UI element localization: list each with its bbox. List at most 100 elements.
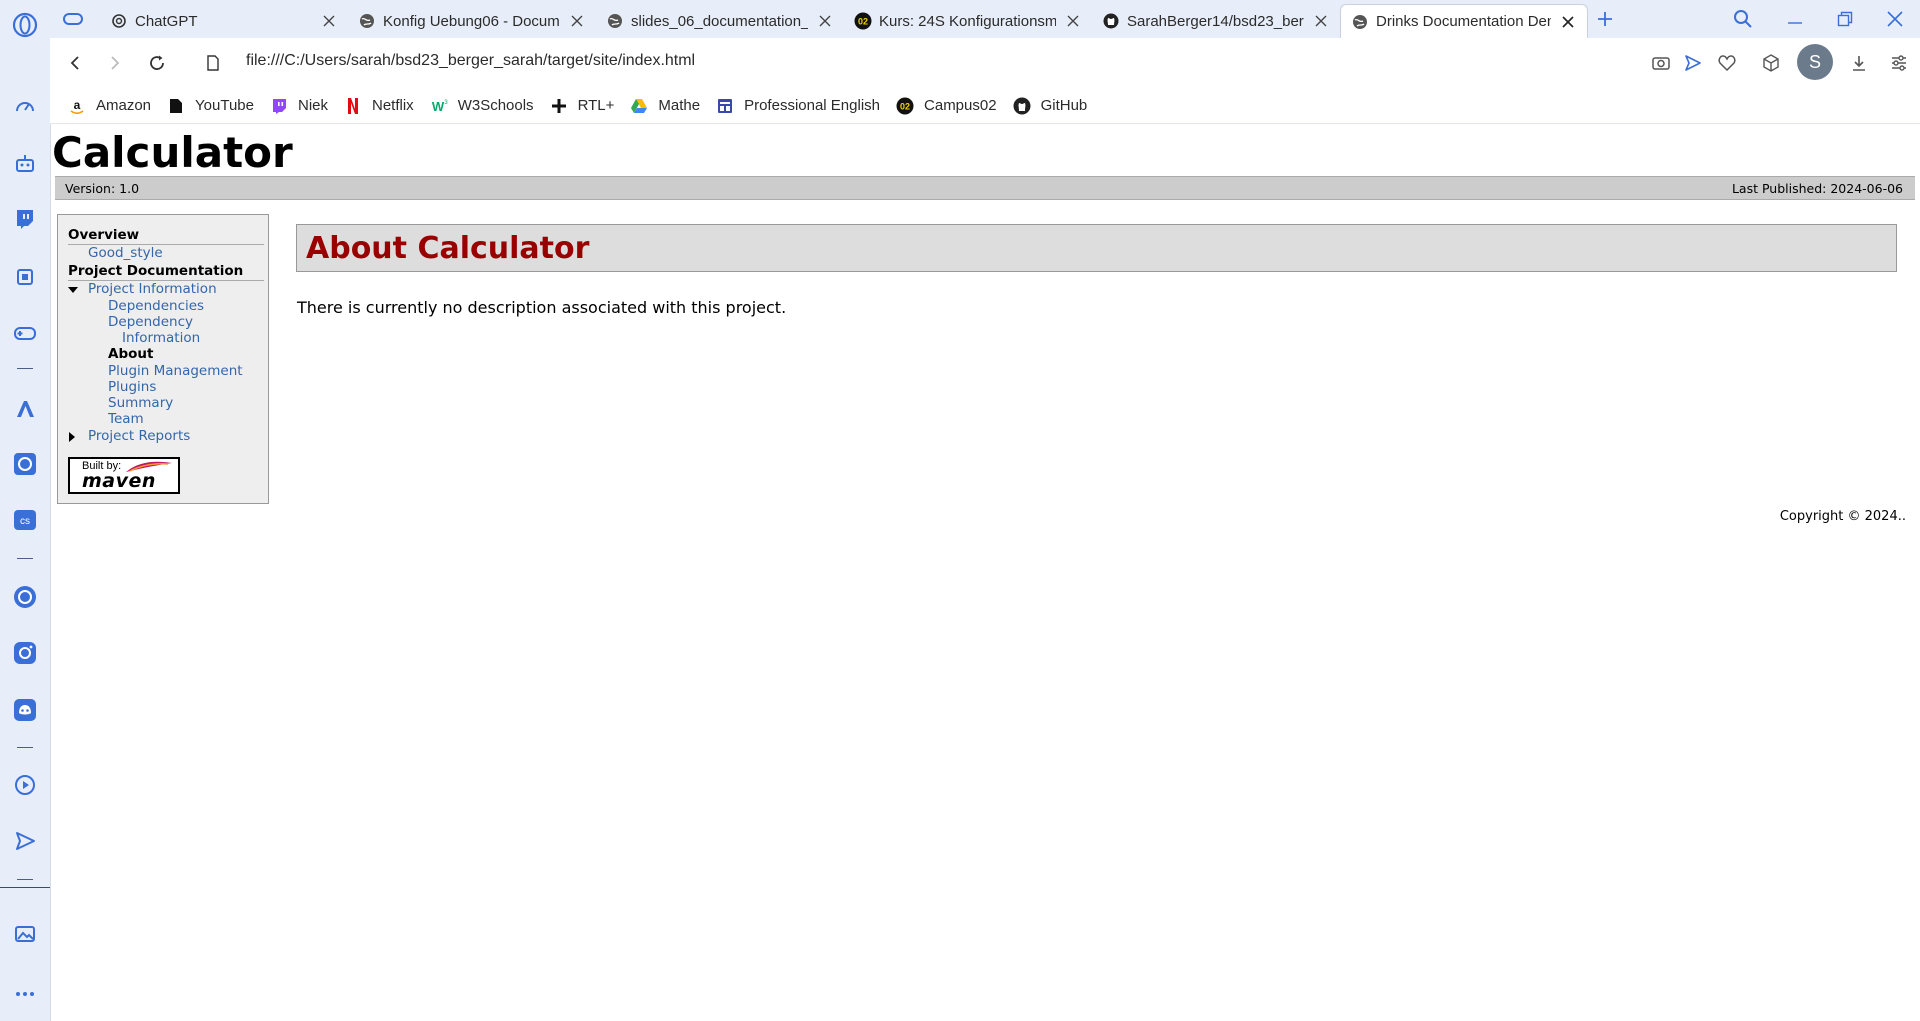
close-icon[interactable] bbox=[816, 12, 834, 30]
built-by-maven-badge[interactable]: Built by: maven bbox=[68, 457, 180, 494]
browser-sidebar: cs bbox=[0, 0, 51, 1021]
close-icon[interactable] bbox=[1064, 12, 1082, 30]
extensions-icon[interactable] bbox=[1758, 50, 1784, 76]
easy-setup-icon[interactable] bbox=[1886, 50, 1912, 76]
instagram-icon[interactable] bbox=[12, 640, 38, 666]
download-icon[interactable] bbox=[1846, 50, 1872, 76]
tab-title: Kurs: 24S Konfigurationsma bbox=[879, 12, 1056, 30]
menu-item-team[interactable]: Team bbox=[108, 411, 144, 427]
heart-icon[interactable] bbox=[1714, 50, 1740, 76]
bookmark-professional-english[interactable]: Professional English bbox=[716, 97, 880, 115]
amazon-icon: a bbox=[68, 97, 86, 115]
bookmark-niek[interactable]: Niek bbox=[270, 97, 328, 115]
bookmark-label: Niek bbox=[297, 97, 328, 114]
avatar[interactable]: S bbox=[1797, 44, 1833, 80]
project-description: There is currently no description associ… bbox=[297, 298, 787, 317]
close-icon[interactable] bbox=[1559, 13, 1577, 31]
speed-dial-icon[interactable] bbox=[12, 94, 38, 120]
snapshot-icon[interactable] bbox=[1648, 50, 1674, 76]
sidebar-divider bbox=[17, 558, 33, 559]
workspaces-icon[interactable] bbox=[60, 6, 86, 32]
send-page-icon[interactable] bbox=[1680, 50, 1706, 76]
site-banner[interactable]: Calculator bbox=[52, 128, 293, 177]
bookmark-label: Mathe bbox=[658, 97, 701, 114]
tab-title: ChatGPT bbox=[135, 12, 198, 30]
send-icon[interactable] bbox=[12, 828, 38, 854]
minimize-icon[interactable] bbox=[1782, 6, 1808, 32]
netflix-icon bbox=[344, 97, 362, 115]
bookmark-label: Netflix bbox=[372, 97, 414, 114]
close-icon[interactable] bbox=[568, 12, 586, 30]
bookmark-label: Amazon bbox=[96, 97, 152, 114]
close-icon[interactable] bbox=[320, 12, 338, 30]
bookmark-amazon[interactable]: a Amazon bbox=[68, 97, 151, 115]
player-icon[interactable] bbox=[12, 772, 38, 798]
w3schools-icon: W3 bbox=[430, 97, 448, 115]
chatgpt-sidebar-icon[interactable] bbox=[12, 451, 38, 477]
bookmark-label: Campus02 bbox=[924, 97, 997, 114]
gamepad-icon[interactable] bbox=[12, 320, 38, 346]
bookmark-label: YouTube bbox=[195, 97, 254, 114]
sidebar-divider bbox=[17, 747, 33, 748]
tab-konfig-uebung06[interactable]: Konfig Uebung06 - Docum bbox=[348, 4, 596, 38]
google-drive-icon bbox=[630, 97, 648, 115]
globe-icon bbox=[358, 12, 376, 30]
menu-item-project-reports[interactable]: Project Reports bbox=[88, 428, 190, 444]
menu-item-dependency-information[interactable]: Dependency bbox=[108, 314, 193, 330]
window-close-icon[interactable] bbox=[1882, 6, 1908, 32]
opera-logo-icon[interactable] bbox=[12, 12, 38, 38]
bookmark-youtube[interactable]: YouTube bbox=[167, 97, 254, 115]
section-title-box: About Calculator bbox=[296, 224, 1897, 272]
reload-icon[interactable] bbox=[144, 50, 170, 76]
chip-icon[interactable] bbox=[12, 264, 38, 290]
tab-kurs-24s[interactable]: 02 Kurs: 24S Konfigurationsma bbox=[844, 4, 1092, 38]
navigation-menu: Overview Good_style Project Documentatio… bbox=[57, 214, 269, 504]
back-icon[interactable] bbox=[62, 50, 88, 76]
url-field[interactable]: file:///C:/Users/sarah/bsd23_berger_sara… bbox=[246, 52, 695, 70]
menu-item-good-style[interactable]: Good_style bbox=[88, 245, 163, 261]
bookmark-netflix[interactable]: Netflix bbox=[344, 97, 414, 115]
tab-title: Konfig Uebung06 - Docum bbox=[383, 12, 560, 30]
more-icon[interactable] bbox=[12, 981, 38, 1007]
menu-item-plugin-management[interactable]: Plugin Management bbox=[108, 363, 243, 379]
menu-item-summary[interactable]: Summary bbox=[108, 395, 173, 411]
chatgpt-icon bbox=[110, 12, 128, 30]
bookmark-github[interactable]: GitHub bbox=[1013, 97, 1087, 115]
new-tab-icon[interactable] bbox=[1592, 6, 1618, 32]
bookmark-campus02[interactable]: 02 Campus02 bbox=[896, 97, 997, 115]
svg-text:02: 02 bbox=[900, 101, 910, 111]
restore-icon[interactable] bbox=[1832, 6, 1858, 32]
gallery-icon[interactable] bbox=[12, 921, 38, 947]
page-content: Calculator Version: 1.0 Last Published: … bbox=[51, 124, 1920, 1021]
svg-text:3: 3 bbox=[444, 100, 448, 106]
collapsed-triangle-icon[interactable] bbox=[69, 432, 75, 442]
bookmark-rtl-plus[interactable]: RTL+ bbox=[550, 97, 614, 115]
bookmark-label: Professional English bbox=[744, 97, 881, 114]
twitch-icon bbox=[270, 97, 288, 115]
aria-icon[interactable] bbox=[12, 396, 38, 422]
version-label: Version: 1.0 bbox=[65, 181, 140, 196]
search-tabs-icon[interactable] bbox=[1730, 6, 1756, 32]
last-published-label: Last Published: 2024-06-06 bbox=[1731, 181, 1903, 196]
tab-drinks-documentation[interactable]: Drinks Documentation Den bbox=[1340, 4, 1588, 38]
twitch-icon[interactable] bbox=[12, 206, 38, 232]
tab-slides-06[interactable]: slides_06_documentation_2 bbox=[596, 4, 844, 38]
svg-text:02: 02 bbox=[858, 17, 868, 27]
bookmark-mathe[interactable]: Mathe bbox=[630, 97, 700, 115]
tab-chatgpt[interactable]: ChatGPT bbox=[100, 4, 348, 38]
menu-item-dependency-information-cont[interactable]: Information bbox=[122, 330, 200, 346]
discord-icon[interactable] bbox=[12, 697, 38, 723]
close-icon[interactable] bbox=[1312, 12, 1330, 30]
expanded-triangle-icon[interactable] bbox=[68, 287, 78, 293]
menu-item-project-information[interactable]: Project Information bbox=[88, 281, 217, 297]
badge-maven-text: maven bbox=[82, 470, 156, 492]
tab-title: slides_06_documentation_2 bbox=[631, 12, 808, 30]
ai-assistant-icon[interactable] bbox=[12, 150, 38, 176]
menu-item-plugins[interactable]: Plugins bbox=[108, 379, 156, 395]
menu-item-dependencies[interactable]: Dependencies bbox=[108, 298, 204, 314]
tab-github-repo[interactable]: SarahBerger14/bsd23_berg bbox=[1092, 4, 1340, 38]
forward-icon[interactable] bbox=[102, 50, 128, 76]
cs-app-icon[interactable]: cs bbox=[12, 508, 38, 534]
bookmark-w3schools[interactable]: W3 W3Schools bbox=[430, 97, 534, 115]
whatsapp-icon[interactable] bbox=[12, 584, 38, 610]
